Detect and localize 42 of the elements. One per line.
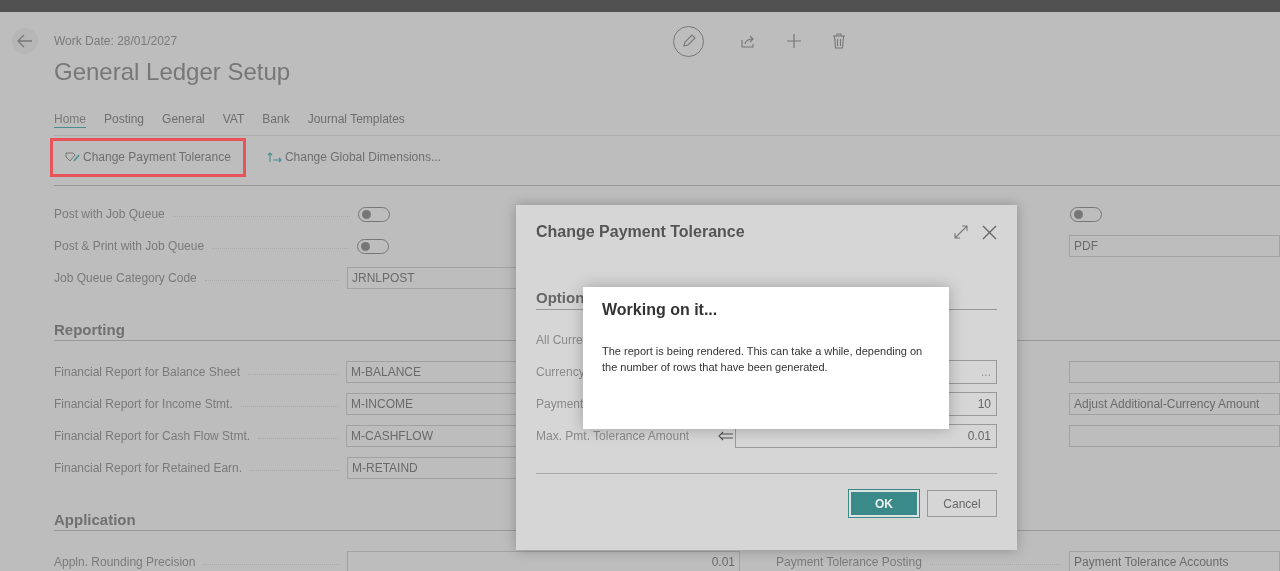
input-field[interactable]: Adjust Additional-Currency Amount	[1069, 393, 1280, 415]
action-button[interactable]: Change Payment Tolerance	[50, 137, 246, 177]
action-button[interactable]: Change Global Dimensions...	[251, 137, 456, 177]
input-field[interactable]: 0.01	[347, 551, 740, 571]
input-field[interactable]: Payment Tolerance Accounts	[1069, 551, 1280, 571]
field-label: Post with Job Queue	[54, 207, 165, 221]
close-icon[interactable]	[982, 224, 997, 240]
progress-message: The report is being rendered. This can take a while, depending on the number of rows that have been generated.	[602, 344, 924, 375]
input-field[interactable]	[1069, 425, 1280, 447]
field-label: Financial Report for Cash Flow Stmt.	[54, 429, 251, 443]
share-icon[interactable]	[740, 33, 756, 49]
tab[interactable]: Posting	[104, 108, 155, 129]
field-label: Currency	[536, 365, 585, 379]
back-button[interactable]	[12, 28, 38, 54]
tab[interactable]: Journal Templates	[307, 108, 415, 129]
tab[interactable]: Bank	[262, 108, 300, 129]
dialog-button[interactable]: Cancel	[927, 490, 997, 517]
trash-icon[interactable]	[832, 33, 846, 49]
tab[interactable]: VAT	[222, 108, 255, 129]
tab[interactable]: General	[162, 108, 215, 129]
page-title: General Ledger Setup	[54, 57, 292, 87]
field-label: Financial Report for Retained Earn.	[54, 461, 243, 475]
work-date: Work Date: 28/01/2027	[54, 34, 179, 48]
field-label: Job Queue Category Code	[54, 271, 197, 285]
input-field[interactable]	[1069, 361, 1280, 383]
plus-icon[interactable]	[786, 33, 802, 49]
field-label: Financial Report for Balance Sheet	[54, 365, 241, 379]
field-label: Financial Report for Income Stmt.	[54, 397, 233, 411]
field-label: Appln. Rounding Precision	[54, 555, 196, 569]
expand-icon[interactable]	[954, 225, 968, 239]
field-label: Post & Print with Job Queue	[54, 239, 205, 253]
dialog-title: Change Payment Tolerance	[536, 223, 746, 241]
pencil-icon	[680, 33, 697, 49]
field-label: Max. Pmt. Tolerance Amount	[536, 429, 690, 443]
tab[interactable]: Home	[54, 108, 96, 129]
input-field[interactable]: PDF	[1069, 235, 1280, 257]
dialog-button[interactable]: OK	[849, 490, 919, 517]
tag-pencil-icon	[65, 150, 80, 164]
field-label: Payment	[536, 397, 584, 411]
arrows-icon	[266, 150, 282, 164]
field-label: Payment Tolerance Posting	[776, 555, 922, 569]
back-arrow-icon	[17, 34, 33, 48]
